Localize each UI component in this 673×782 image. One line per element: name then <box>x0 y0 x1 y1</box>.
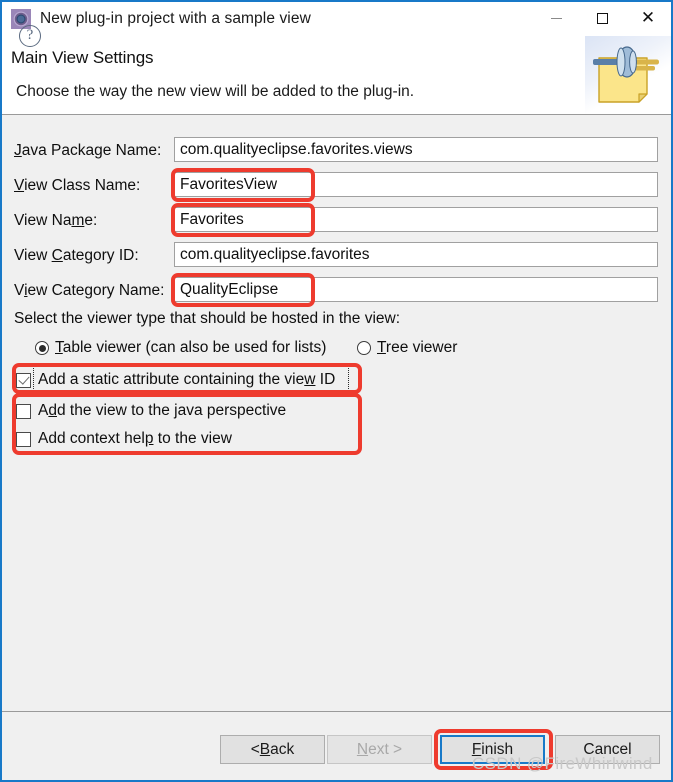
radio-tree-viewer-label: Tree viewer <box>377 339 458 356</box>
radio-unselected-icon <box>357 341 371 355</box>
checkbox-unchecked-icon <box>16 431 31 447</box>
viewer-type-prompt: Select the viewer type that should be ho… <box>14 310 401 327</box>
page-title: Main View Settings <box>11 48 154 67</box>
checkbox-add-static-attribute[interactable]: Add a static attribute containing the vi… <box>16 368 335 392</box>
checkbox-add-context-help[interactable]: Add context help to the view <box>16 427 232 451</box>
checkbox-checked-icon <box>16 372 31 388</box>
field-row-view-category-id: View Category ID: com.qualityeclipse.fav… <box>2 242 671 272</box>
checkbox-add-context-help-label: Add context help to the view <box>38 430 232 447</box>
input-view-class-name[interactable]: FavoritesView <box>174 172 658 197</box>
input-view-name[interactable]: Favorites <box>174 207 658 232</box>
input-view-category-id[interactable]: com.qualityeclipse.favorites <box>174 242 658 267</box>
radio-tree-viewer[interactable]: Tree viewer <box>357 337 457 359</box>
close-button[interactable]: ✕ <box>625 2 671 35</box>
back-button[interactable]: < Back <box>220 735 325 764</box>
radio-table-viewer[interactable]: Table viewer (can also be used for lists… <box>35 337 326 359</box>
window-controls: ✕ <box>533 2 671 35</box>
field-row-view-name: View Name: Favorites <box>2 203 671 237</box>
minimize-icon <box>550 18 562 19</box>
minimize-button[interactable] <box>533 2 579 35</box>
help-button[interactable]: ? <box>19 25 41 47</box>
label-view-class-name: View Class Name: <box>14 177 141 194</box>
field-row-java-package-name: Java Package Name: com.qualityeclipse.fa… <box>2 137 671 167</box>
watermark-text: CSDN @FireWhirlwind <box>472 754 653 773</box>
maximize-icon <box>596 13 608 24</box>
checkbox-unchecked-icon <box>16 403 31 419</box>
label-view-category-name: View Category Name: <box>14 282 165 299</box>
window-title: New plug-in project with a sample view <box>40 9 311 27</box>
radio-selected-icon <box>35 341 49 355</box>
checkbox-add-static-attribute-label: Add a static attribute containing the vi… <box>38 371 336 388</box>
input-java-package-name[interactable]: com.qualityeclipse.favorites.views <box>174 137 658 162</box>
title-bar: New plug-in project with a sample view ✕ <box>2 2 671 35</box>
wizard-content: Java Package Name: com.qualityeclipse.fa… <box>2 115 671 711</box>
label-view-name: View Name: <box>14 212 98 229</box>
wizard-dialog: New plug-in project with a sample view ✕… <box>0 0 673 782</box>
plugin-view-banner-icon <box>585 36 671 114</box>
field-row-view-category-name: View Category Name: QualityEclipse <box>2 273 671 307</box>
close-icon: ✕ <box>640 8 656 28</box>
next-button[interactable]: Next > <box>327 735 432 764</box>
checkbox-add-to-java-perspective[interactable]: Add the view to the java perspective <box>16 399 286 423</box>
label-view-category-id: View Category ID: <box>14 247 139 264</box>
field-row-view-class-name: View Class Name: FavoritesView <box>2 168 671 202</box>
page-description: Choose the way the new view will be adde… <box>16 83 415 100</box>
radio-table-viewer-label: Table viewer (can also be used for lists… <box>55 339 327 356</box>
label-java-package-name: Java Package Name: <box>14 142 162 159</box>
maximize-button[interactable] <box>579 2 625 35</box>
input-view-category-name[interactable]: QualityEclipse <box>174 277 658 302</box>
checkbox-add-to-java-perspective-label: Add the view to the java perspective <box>38 402 287 419</box>
wizard-header: Main View Settings Choose the way the ne… <box>2 35 671 114</box>
